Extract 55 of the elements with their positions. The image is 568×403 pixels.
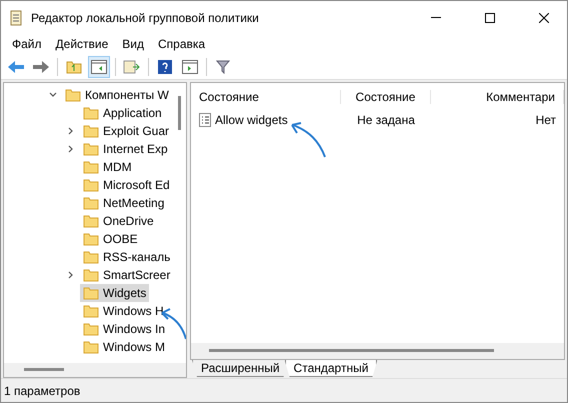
folder-icon [65,88,81,102]
tree-item[interactable]: NetMeeting [80,194,168,212]
tree-item[interactable]: Windows In [80,320,168,338]
column-header[interactable]: Комментари [431,90,564,104]
folder-icon [83,196,99,210]
maximize-icon [485,12,495,22]
folder-icon [83,232,99,246]
menu-item[interactable]: Справка [151,37,212,51]
tree-item[interactable]: MDM [80,158,135,176]
arrow-drawing [289,119,329,159]
tree-item[interactable]: Application [80,104,165,122]
folder-icon [83,178,99,192]
folder-icon [83,340,99,354]
horizontal-scrollbar[interactable] [4,363,186,377]
policy-icon [199,113,211,127]
table-cell[interactable]: Allow widgets [215,113,288,127]
chevron-right-icon[interactable] [67,271,75,279]
folder-icon [83,286,99,300]
menu-item[interactable]: Действие [48,37,116,51]
menu-item[interactable]: Файл [5,37,49,51]
close-icon [539,12,549,22]
tree-item[interactable]: OOBE [80,230,141,248]
window-title: Редактор локальной групповой политики [31,10,260,24]
console-tree-button[interactable] [88,56,110,78]
tree-item[interactable]: SmartScreer [80,266,174,284]
column-header[interactable]: Состояние [341,90,431,104]
minimize-icon [431,17,441,18]
folder-icon [83,160,99,174]
folder-icon [83,268,99,282]
tree-item[interactable]: Widgets [80,284,150,302]
folder-icon [83,304,99,318]
tree-item[interactable]: Компоненты W [62,86,172,104]
tree-item[interactable]: Microsoft Ed [80,176,173,194]
folder-icon [83,142,99,156]
scroll-icon [9,10,23,26]
status-text: 1 параметров [4,384,80,398]
horizontal-scrollbar[interactable] [191,343,564,359]
tree-item[interactable]: RSS-каналь [80,248,174,266]
tree-item[interactable]: Internet Exp [80,140,171,158]
folder-icon [83,214,99,228]
chevron-right-icon[interactable] [67,127,75,135]
table-cell: Нет [536,113,556,127]
tab[interactable]: Стандартный [284,360,378,377]
chevron-right-icon[interactable] [67,145,75,153]
folder-icon [83,322,99,336]
table-cell: Не задана [357,113,415,127]
folder-icon [83,106,99,120]
chevron-down-icon[interactable] [49,91,57,99]
column-header[interactable]: Состояние [191,90,341,104]
folder-icon [83,250,99,264]
menu-item[interactable]: Вид [115,37,151,51]
tree-item[interactable]: OneDrive [80,212,157,230]
tree-item[interactable]: Windows M [80,338,168,356]
tree-item[interactable]: Exploit Guar [80,122,172,140]
folder-icon [83,124,99,138]
